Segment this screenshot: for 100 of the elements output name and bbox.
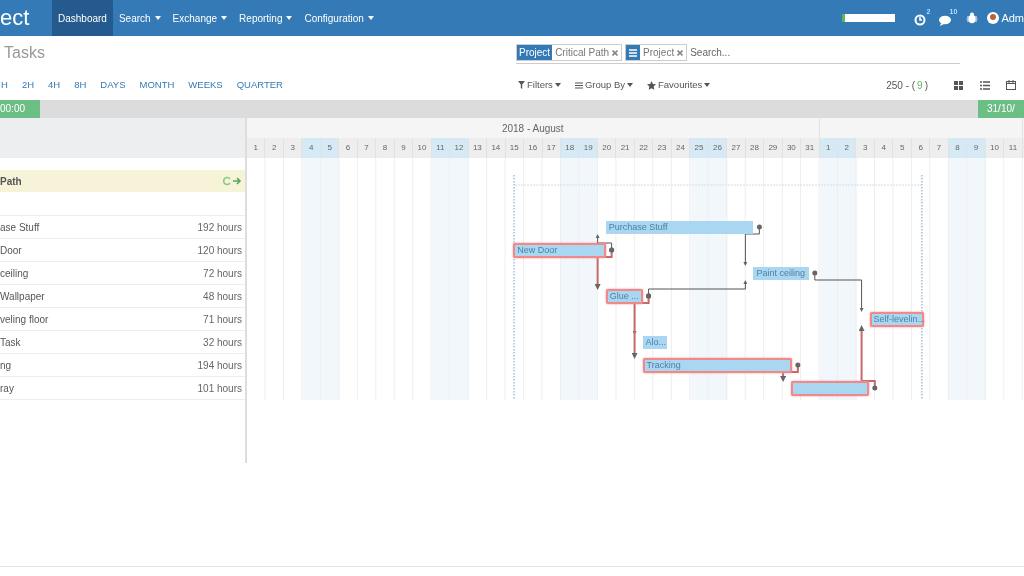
task-bar[interactable]: Glue ... bbox=[605, 288, 643, 304]
record-count: 9 bbox=[916, 78, 924, 93]
filter-dropdown[interactable]: Favourites bbox=[647, 77, 711, 93]
scale-link[interactable]: DAYS bbox=[100, 77, 126, 93]
task-duration: 101 hours bbox=[197, 381, 242, 396]
caret-icon bbox=[554, 83, 561, 87]
day-header: 21 bbox=[616, 138, 635, 158]
task-duration: 120 hours bbox=[197, 243, 242, 258]
day-header: 27 bbox=[727, 138, 746, 158]
task-row[interactable]: veling floor 71 hours bbox=[0, 308, 245, 331]
scale-link[interactable]: H bbox=[1, 77, 8, 93]
nav-menu-item[interactable]: Search bbox=[112, 0, 167, 36]
user-name[interactable]: Adm bbox=[1001, 9, 1024, 27]
facet-value: Critical Path bbox=[554, 46, 611, 60]
day-header: 9 bbox=[967, 138, 986, 158]
day-header: 8 bbox=[376, 138, 395, 158]
pager-count: 250 - ( bbox=[886, 78, 916, 93]
group-by-icon bbox=[626, 45, 641, 60]
star-icon bbox=[647, 80, 656, 90]
scale-link[interactable]: 2H bbox=[21, 77, 35, 93]
day-header: 10 bbox=[985, 138, 1005, 158]
caret-icon bbox=[627, 83, 633, 87]
day-header: 29 bbox=[764, 138, 783, 158]
scale-link[interactable]: 4H bbox=[48, 77, 61, 93]
list-view-icon[interactable] bbox=[980, 80, 990, 90]
caret-icon bbox=[704, 83, 711, 87]
refresh-arrow-icon[interactable] bbox=[222, 176, 242, 186]
day-header: 11 bbox=[1004, 138, 1023, 158]
day-header: 1 bbox=[247, 138, 266, 158]
day-header: 4 bbox=[302, 138, 321, 158]
day-header: 14 bbox=[487, 138, 506, 158]
bug-icon[interactable] bbox=[966, 12, 979, 24]
scale-link[interactable]: MONTH bbox=[139, 77, 175, 93]
dependency-arrow bbox=[812, 270, 864, 312]
day-header: 7 bbox=[357, 138, 377, 158]
kanban-view-icon[interactable] bbox=[954, 80, 964, 90]
nav-menu-item[interactable]: Exchange bbox=[166, 0, 234, 36]
task-bar[interactable]: Purchase Stuff bbox=[605, 220, 754, 234]
task-bar[interactable]: Tracking bbox=[642, 357, 792, 373]
day-header: 7 bbox=[930, 138, 949, 158]
nav-menu-item[interactable]: Reporting bbox=[233, 0, 299, 36]
brand-logo[interactable]: ect bbox=[0, 0, 52, 36]
task-name: ase Stuff bbox=[0, 220, 40, 235]
day-header: 12 bbox=[450, 138, 469, 158]
task-row[interactable]: ray 101 hours bbox=[0, 377, 245, 400]
day-header: 20 bbox=[597, 138, 617, 158]
nav-menu-item[interactable]: Dashboard bbox=[52, 0, 113, 36]
task-name: Door bbox=[0, 243, 22, 258]
day-header: 4 bbox=[874, 138, 894, 158]
group-name: Path bbox=[0, 174, 22, 189]
dependency-arrow bbox=[743, 224, 762, 266]
task-bar[interactable]: New Door bbox=[513, 242, 606, 258]
task-row[interactable]: Task 32 hours bbox=[0, 331, 245, 354]
dependency-arrow bbox=[858, 325, 878, 391]
progress-bar bbox=[842, 14, 896, 22]
nav-menu-item[interactable]: Configuration bbox=[298, 0, 380, 36]
task-bar[interactable]: Alo... bbox=[642, 335, 668, 349]
search-facet[interactable]: Project Critical Path bbox=[516, 44, 623, 61]
search-field[interactable]: Project Critical Path Project Search... bbox=[516, 42, 960, 64]
task-name: ray bbox=[0, 381, 14, 396]
calendar-view-icon[interactable] bbox=[1006, 80, 1016, 90]
dependency-arrow bbox=[780, 362, 801, 382]
filter-icon bbox=[518, 81, 525, 89]
search-facet[interactable]: Project bbox=[625, 44, 688, 61]
task-name: ceiling bbox=[0, 266, 29, 281]
task-name: veling floor bbox=[0, 312, 49, 327]
day-header: 6 bbox=[911, 138, 931, 158]
task-row[interactable]: ng 194 hours bbox=[0, 354, 245, 377]
scale-link[interactable]: WEEKS bbox=[188, 77, 223, 93]
filter-dropdown[interactable]: Group By bbox=[574, 77, 633, 93]
day-header: 2 bbox=[838, 138, 857, 158]
scale-link[interactable]: QUARTER bbox=[236, 77, 283, 93]
day-header: 13 bbox=[468, 138, 488, 158]
task-duration: 194 hours bbox=[197, 358, 242, 373]
day-header: 31 bbox=[801, 138, 820, 158]
task-row[interactable]: ceiling 72 hours bbox=[0, 262, 245, 285]
day-header: 2 bbox=[265, 138, 284, 158]
task-duration: 32 hours bbox=[203, 335, 242, 350]
task-row[interactable]: Door 120 hours bbox=[0, 239, 245, 262]
day-header: 22 bbox=[634, 138, 654, 158]
filter-dropdown[interactable]: Filters bbox=[518, 77, 561, 93]
day-header: 15 bbox=[505, 138, 525, 158]
task-row[interactable]: ase Stuff 192 hours bbox=[0, 216, 245, 239]
task-name: Task bbox=[0, 335, 21, 350]
task-duration: 71 hours bbox=[203, 312, 242, 327]
task-bar[interactable]: Paint ceiling bbox=[753, 266, 809, 280]
pager-close: ) bbox=[924, 78, 928, 93]
task-duration: 48 hours bbox=[203, 289, 242, 304]
group-row[interactable]: Path bbox=[0, 170, 245, 192]
task-duration: 72 hours bbox=[203, 266, 242, 281]
avatar-icon[interactable] bbox=[987, 12, 1000, 24]
task-name: Wallpaper bbox=[0, 289, 45, 304]
facet-label: Project bbox=[517, 45, 553, 60]
scale-link[interactable]: 8H bbox=[74, 77, 87, 93]
day-header: 5 bbox=[893, 138, 912, 158]
facet-value: Project bbox=[642, 46, 676, 60]
day-header: 10 bbox=[413, 138, 432, 158]
task-row[interactable]: Wallpaper 48 hours bbox=[0, 285, 245, 308]
day-header: 25 bbox=[690, 138, 709, 158]
day-header: 16 bbox=[524, 138, 543, 158]
